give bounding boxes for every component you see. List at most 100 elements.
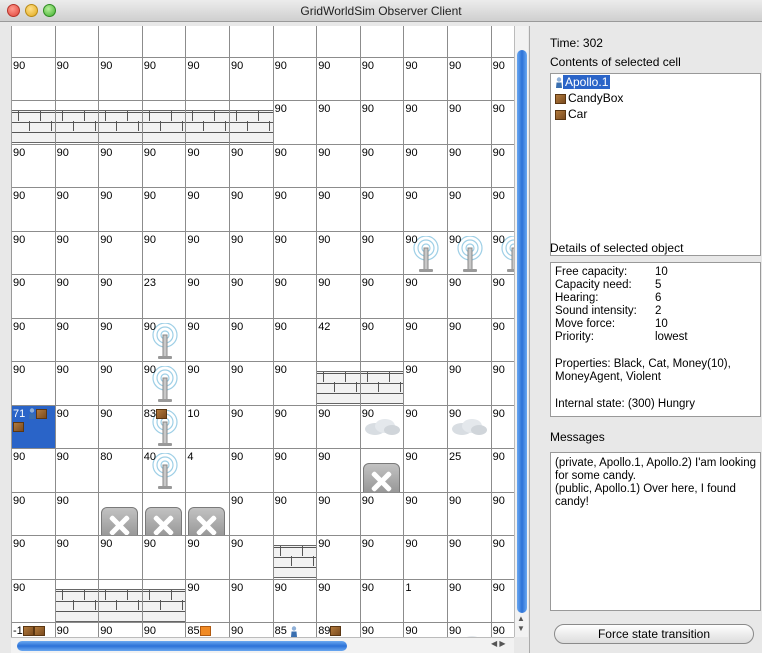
grid-cell[interactable]: 90 [491, 362, 515, 406]
grid-cell[interactable]: 90 [404, 449, 448, 493]
grid-cell[interactable]: 90 [99, 188, 143, 232]
grid-cell[interactable]: 90 [230, 231, 274, 275]
grid-cell[interactable]: 90 [273, 405, 318, 449]
grid-cell[interactable]: 90 [448, 362, 492, 406]
grid-cell[interactable]: 90 [230, 536, 274, 580]
grid-cell[interactable]: 90 [404, 405, 448, 449]
grid-cell[interactable]: 90 [142, 362, 187, 406]
grid-cell[interactable] [186, 101, 230, 145]
grid-cell[interactable]: 90 [230, 57, 274, 101]
grid-cell[interactable]: 23 [142, 275, 187, 319]
grid-cell[interactable]: 90 [99, 57, 143, 101]
grid-cell[interactable]: 90 [186, 275, 230, 319]
grid-cell[interactable]: 85 [273, 623, 318, 637]
grid-cell[interactable]: 90 [55, 405, 100, 449]
grid-cell[interactable]: 90 [404, 144, 448, 188]
grid-cell[interactable]: 90 [142, 57, 187, 101]
grid-cell[interactable]: 90 [230, 144, 274, 188]
grid-cell[interactable]: 90 [55, 449, 100, 493]
grid-cell[interactable]: 90 [230, 492, 274, 536]
grid-cell[interactable]: 80 [99, 449, 143, 493]
grid-cell[interactable]: 90 [99, 231, 143, 275]
grid-horizontal-scrollbar[interactable]: ◀ ▶ [11, 637, 514, 653]
grid-cell[interactable]: 90 [404, 492, 448, 536]
grid-cell[interactable]: 90 [142, 144, 187, 188]
grid-cell[interactable]: 90 [55, 231, 100, 275]
grid-cell[interactable]: 90 [230, 449, 274, 493]
vertical-scroll-thumb[interactable] [517, 50, 527, 613]
grid-cell[interactable]: 90 [491, 57, 515, 101]
grid-cell[interactable]: 90 [12, 318, 56, 362]
grid-cell[interactable]: 90 [448, 57, 492, 101]
grid-cell[interactable]: 90 [12, 57, 56, 101]
grid-cell[interactable] [360, 26, 405, 58]
grid-cell[interactable]: 90 [360, 623, 405, 637]
grid-cell[interactable]: 90 [317, 579, 361, 623]
grid-cell[interactable]: 90 [448, 188, 492, 232]
grid-cell[interactable]: 90 [491, 188, 515, 232]
grid-cell[interactable]: 90 [186, 231, 230, 275]
grid-cell[interactable]: 90 [317, 275, 361, 319]
grid-cell[interactable]: 90 [99, 144, 143, 188]
grid-cell[interactable]: 90 [360, 579, 405, 623]
grid-cell[interactable]: 90 [55, 188, 100, 232]
scroll-down-arrow-icon[interactable]: ▼ [517, 624, 525, 633]
grid-cell[interactable]: 90 [404, 188, 448, 232]
grid-cell[interactable]: 90 [12, 231, 56, 275]
grid-cell[interactable] [186, 26, 230, 58]
grid-cell[interactable]: 90 [55, 318, 100, 362]
world-grid[interactable]: 90 90 90 90 90 90 90 90 90 90 90 90 90 90 90 90 90 90 90 90… [11, 26, 515, 637]
grid-cell[interactable] [99, 26, 143, 58]
grid-cell[interactable]: 90 [12, 536, 56, 580]
grid-cell[interactable]: 90 [142, 231, 187, 275]
grid-cell[interactable] [317, 362, 361, 406]
grid-cell[interactable]: 90 [404, 623, 448, 637]
grid-cell[interactable] [99, 101, 143, 145]
grid-cell[interactable]: 90 [273, 492, 318, 536]
grid-cell[interactable]: 90 [360, 536, 405, 580]
grid-cell[interactable]: 90 [12, 492, 56, 536]
grid-cell[interactable]: 90 [317, 231, 361, 275]
grid-cell[interactable]: 90 [186, 536, 230, 580]
grid-cell[interactable] [142, 26, 187, 58]
grid-cell[interactable]: 90 [448, 405, 492, 449]
grid-cell[interactable]: 90 [404, 318, 448, 362]
contents-list-item[interactable]: Car [551, 106, 760, 122]
grid-cell[interactable]: 90 [55, 362, 100, 406]
grid-cell[interactable]: 90 [12, 362, 56, 406]
grid-cell[interactable]: 90 [55, 57, 100, 101]
grid-cell[interactable]: 90 [448, 318, 492, 362]
grid-cell[interactable] [12, 26, 56, 58]
grid-cell[interactable] [12, 101, 56, 145]
grid-cell[interactable] [273, 536, 318, 580]
grid-cell[interactable]: 90 [230, 362, 274, 406]
grid-cell[interactable]: 25 [448, 449, 492, 493]
grid-cell[interactable]: 90 [142, 188, 187, 232]
grid-cell[interactable]: 90 [404, 362, 448, 406]
grid-cell[interactable]: 90 [448, 492, 492, 536]
grid-cell[interactable]: 90 [186, 579, 230, 623]
scroll-left-right-arrows-icon[interactable]: ◀ ▶ [491, 639, 506, 648]
grid-cell[interactable]: 90 [273, 188, 318, 232]
grid-cell[interactable]: 90 [142, 623, 187, 637]
grid-cell[interactable]: 90 [230, 405, 274, 449]
grid-cell[interactable]: 90 [230, 318, 274, 362]
grid-cell[interactable]: 90 [317, 536, 361, 580]
grid-cell[interactable]: 90 [360, 101, 405, 145]
grid-cell[interactable] [55, 579, 100, 623]
scroll-up-arrow-icon[interactable]: ▲ [517, 614, 525, 623]
grid-cell[interactable]: 90 [99, 623, 143, 637]
grid-cell[interactable]: 90 [12, 144, 56, 188]
grid-cell[interactable]: 90 [404, 57, 448, 101]
grid-cell[interactable] [142, 579, 187, 623]
grid-cell[interactable]: 90 [12, 275, 56, 319]
grid-cell[interactable]: 90 [230, 623, 274, 637]
grid-cell[interactable]: 90 [99, 405, 143, 449]
grid-cell[interactable]: 90 [186, 144, 230, 188]
grid-cell[interactable]: 90 [99, 536, 143, 580]
grid-cell[interactable]: 90 [99, 275, 143, 319]
grid-cell[interactable]: 83 [142, 405, 187, 449]
grid-cell[interactable]: 90 [317, 405, 361, 449]
grid-cell[interactable]: 90 [186, 188, 230, 232]
grid-cell[interactable]: 90 [55, 623, 100, 637]
